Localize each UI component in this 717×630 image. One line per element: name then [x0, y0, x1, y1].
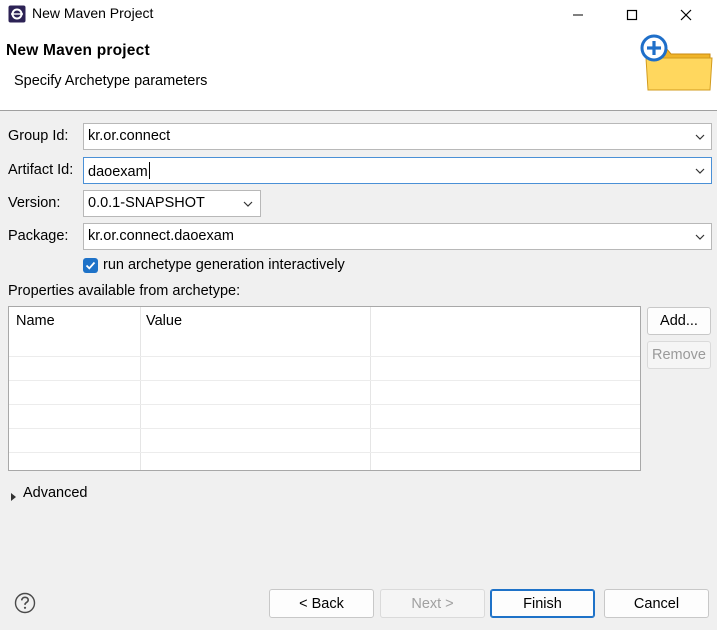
group-id-value: kr.or.connect — [88, 128, 171, 144]
package-label: Package: — [8, 228, 69, 244]
wizard-subtitle: Specify Archetype parameters — [14, 73, 208, 89]
close-button[interactable] — [663, 0, 709, 30]
minimize-icon — [573, 14, 583, 16]
new-folder-plus-icon — [636, 34, 716, 94]
chevron-down-icon[interactable] — [695, 133, 705, 141]
column-header-name[interactable]: Name — [16, 313, 55, 329]
maximize-button[interactable] — [609, 0, 655, 30]
table-row — [9, 404, 640, 405]
add-property-button[interactable]: Add... — [647, 307, 711, 335]
version-label: Version: — [8, 195, 61, 211]
version-value: 0.0.1-SNAPSHOT — [88, 195, 205, 211]
properties-table[interactable]: Name Value — [8, 306, 641, 471]
table-row — [9, 428, 640, 429]
eclipse-app-icon — [8, 5, 26, 23]
minimize-button[interactable] — [555, 0, 601, 30]
version-combo[interactable]: 0.0.1-SNAPSHOT — [83, 190, 261, 217]
back-button[interactable]: < Back — [269, 589, 374, 618]
advanced-section-toggle[interactable]: Advanced — [23, 485, 88, 501]
checkmark-icon — [85, 261, 96, 270]
finish-button[interactable]: Finish — [490, 589, 595, 618]
column-divider — [370, 307, 371, 470]
table-row — [9, 380, 640, 381]
interactive-checkbox[interactable] — [83, 258, 98, 273]
maximize-icon — [626, 9, 638, 21]
header-separator — [0, 110, 717, 111]
chevron-down-icon[interactable] — [243, 200, 253, 208]
table-row — [9, 356, 640, 357]
column-header-value[interactable]: Value — [146, 313, 182, 329]
wizard-title: New Maven project — [6, 42, 150, 59]
package-combo[interactable]: kr.or.connect.daoexam — [83, 223, 712, 250]
table-row — [9, 452, 640, 453]
properties-label: Properties available from archetype: — [8, 283, 241, 299]
help-icon[interactable] — [14, 592, 36, 614]
interactive-checkbox-label[interactable]: run archetype generation interactively — [103, 257, 345, 273]
chevron-down-icon[interactable] — [695, 233, 705, 241]
group-id-combo[interactable]: kr.or.connect — [83, 123, 712, 150]
artifact-id-value: daoexam — [88, 164, 148, 180]
window-title: New Maven Project — [32, 5, 154, 21]
remove-property-button[interactable]: Remove — [647, 341, 711, 369]
column-divider — [140, 307, 141, 470]
artifact-id-combo[interactable]: daoexam — [83, 157, 712, 184]
cancel-button[interactable]: Cancel — [604, 589, 709, 618]
close-icon — [680, 9, 692, 21]
chevron-down-icon[interactable] — [695, 167, 705, 175]
next-button[interactable]: Next > — [380, 589, 485, 618]
group-id-label: Group Id: — [8, 128, 69, 144]
artifact-id-label: Artifact Id: — [8, 162, 74, 178]
package-value: kr.or.connect.daoexam — [88, 228, 234, 244]
expand-arrow-icon[interactable] — [10, 489, 18, 501]
text-cursor — [148, 162, 150, 179]
